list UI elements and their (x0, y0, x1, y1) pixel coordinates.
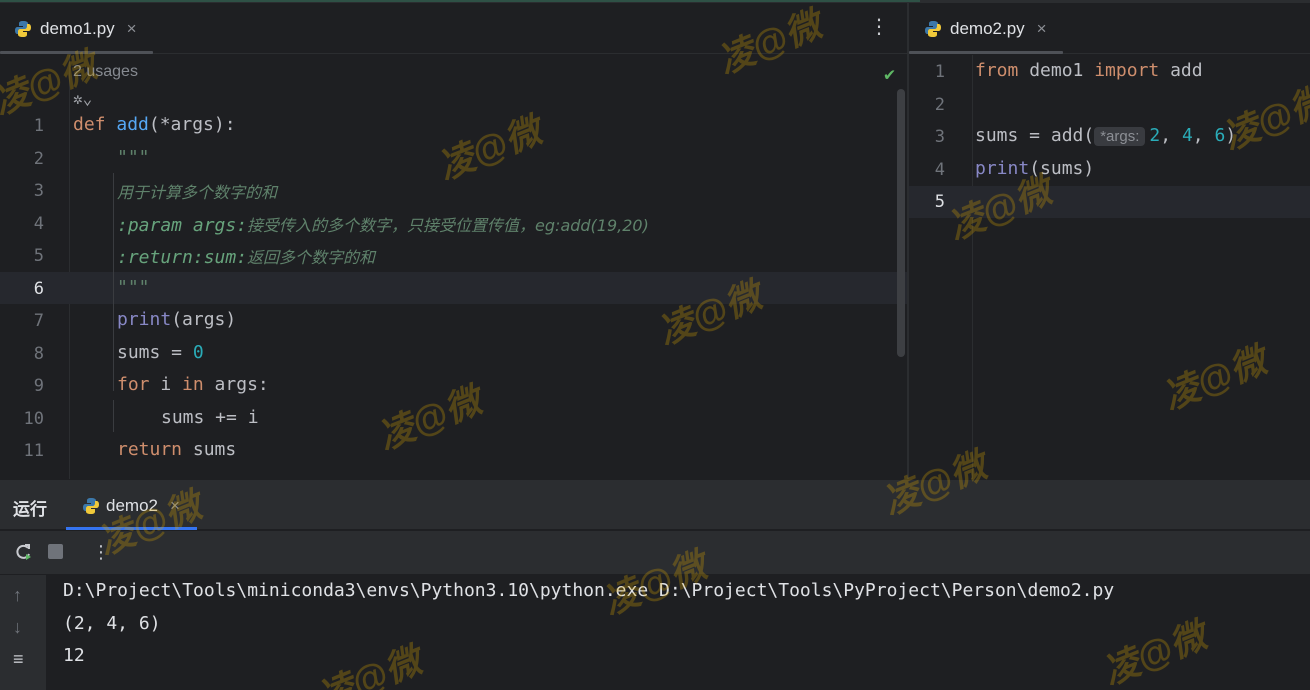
rerun-icon[interactable] (13, 542, 33, 566)
run-tab-label: demo2 (106, 495, 158, 515)
code-line-9: for i in args: (117, 374, 269, 395)
code-line-5: :return:sum:返回多个数字的和 (117, 247, 376, 268)
line-number: 3 (33, 181, 44, 201)
code-line-4: :param args:接受传入的多个数字，只接受位置传值，eg:add(19,… (117, 215, 649, 236)
editor-demo2[interactable]: 1 2 3 4 5 from demo1 import add sums = a… (909, 55, 1310, 479)
line-number: 8 (33, 344, 44, 364)
code-line-4: print(sums) (975, 158, 1095, 179)
code-line-8: sums = 0 (117, 342, 204, 363)
tab-label: demo2.py (950, 18, 1025, 38)
indent-guide (113, 173, 114, 391)
line-number: 1 (934, 62, 945, 82)
code-line-1: from demo1 import add (975, 60, 1203, 81)
tab-demo2[interactable]: demo2.py × (924, 3, 1047, 54)
line-number: 11 (23, 441, 44, 461)
arrow-down-icon[interactable]: ↓ (13, 617, 22, 638)
indent-guide (113, 400, 114, 432)
arrow-up-icon[interactable]: ↑ (13, 585, 22, 606)
more-options-icon[interactable]: ⋮ (92, 542, 110, 562)
run-panel-title: 运行 (13, 500, 47, 519)
code-line-3: sums = add(*args: 2, 4, 6) (975, 125, 1237, 146)
python-file-icon (15, 20, 31, 37)
line-number: 4 (33, 214, 44, 234)
right-tab-bar: demo2.py × (909, 3, 1310, 54)
line-number: 6 (33, 279, 44, 299)
code-line-1: def add(*args): (73, 114, 236, 135)
line-number: 3 (934, 127, 945, 147)
soft-wrap-icon[interactable]: ≡ (13, 649, 24, 670)
line-number: 7 (33, 311, 44, 331)
line-number: 5 (33, 246, 44, 266)
close-icon[interactable]: × (127, 19, 137, 39)
more-options-icon[interactable]: ⋮ (869, 17, 889, 37)
console-line: 12 (63, 645, 85, 666)
gutter-separator (972, 55, 973, 479)
run-side-toolbar: ↑ ↓ ≡ (0, 575, 46, 690)
line-number: 10 (23, 409, 44, 429)
run-tab-demo2[interactable]: demo2 × (82, 480, 180, 531)
line-number: 1 (33, 116, 44, 136)
code-line-3: 用于计算多个数字的和 (117, 183, 278, 202)
close-icon[interactable]: × (1037, 19, 1047, 39)
code-line-2: """ (117, 147, 150, 168)
tab-demo1[interactable]: demo1.py × (14, 3, 137, 54)
run-tool-window-header: 运行 demo2 × (0, 479, 1310, 530)
parameter-hint[interactable]: *args: (1094, 127, 1146, 146)
active-tab-indicator (0, 51, 153, 54)
gutter-separator (69, 55, 70, 479)
inspection-ok-icon[interactable]: ✔ (884, 64, 895, 85)
close-icon[interactable]: × (170, 496, 180, 516)
stop-icon[interactable] (48, 544, 63, 559)
line-number: 4 (934, 160, 945, 180)
console-line: D:\Project\Tools\miniconda3\envs\Python3… (63, 580, 1115, 601)
code-line-11: return sums (117, 439, 237, 460)
editor-demo1[interactable]: 2 usages ✲⌄ ✔ 1 2 3 4 5 6 7 8 9 10 11 de… (0, 55, 907, 479)
left-tab-bar: demo1.py × ⋮ (0, 3, 907, 54)
active-run-tab-indicator (66, 527, 197, 530)
python-run-config-icon (83, 497, 99, 514)
line-number: 2 (934, 95, 945, 115)
code-line-7: print(args) (117, 309, 237, 330)
code-line-10: sums += i (161, 407, 259, 428)
tab-label: demo1.py (40, 18, 115, 38)
console-line: (2, 4, 6) (63, 613, 161, 634)
usages-inlay[interactable]: 2 usages (73, 63, 138, 81)
line-number: 5 (934, 192, 945, 212)
console-output[interactable]: D:\Project\Tools\miniconda3\envs\Python3… (46, 575, 1310, 690)
code-line-6: """ (117, 277, 150, 298)
current-line-highlight (909, 186, 1310, 218)
line-number: 2 (33, 149, 44, 169)
ai-assistant-icon[interactable]: ✲⌄ (73, 89, 92, 108)
python-file-icon (925, 20, 941, 37)
vertical-scrollbar[interactable] (897, 89, 905, 357)
active-tab-indicator (909, 51, 1063, 54)
run-toolbar: ⋮ (0, 531, 1310, 574)
line-number: 9 (33, 376, 44, 396)
